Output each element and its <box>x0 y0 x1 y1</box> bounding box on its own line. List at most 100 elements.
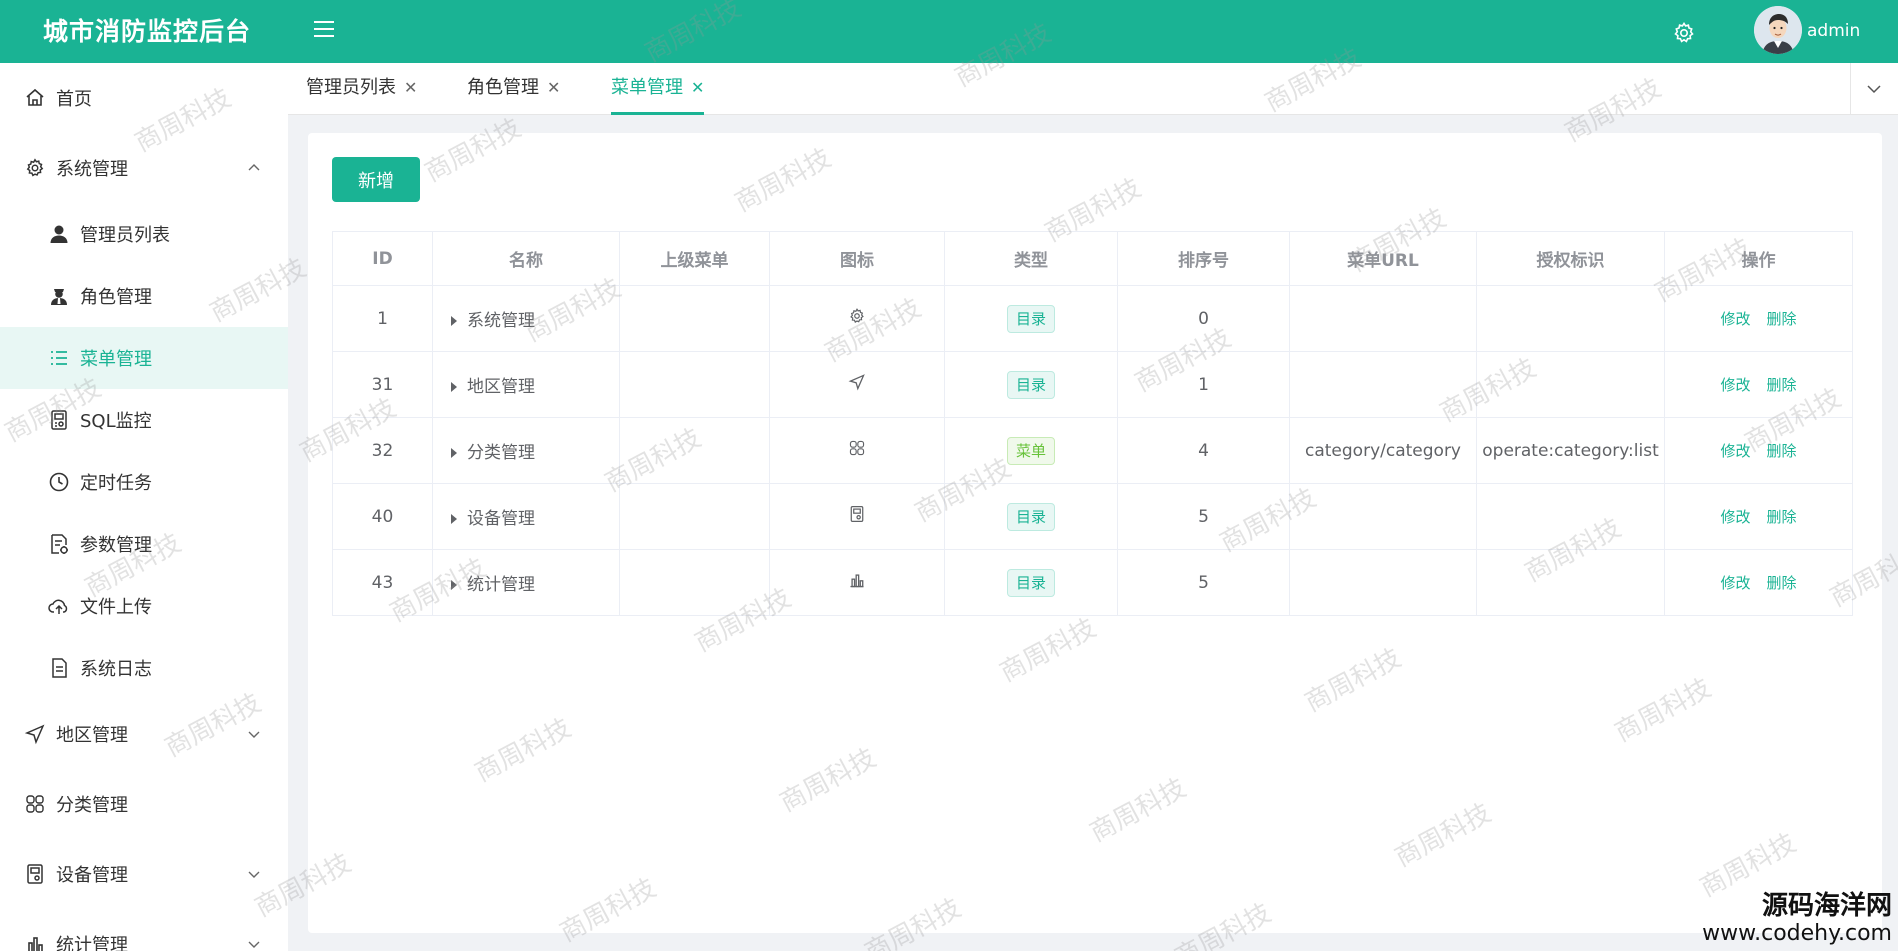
menu-table: ID 名称 上级菜单 图标 类型 排序号 菜单URL 授权标识 操作 1 系统管… <box>332 231 1853 616</box>
sidebar-item-label: 菜单管理 <box>80 349 152 370</box>
table-row: 43 统计管理 目录 5 修改 删除 <box>332 549 1853 616</box>
content-card: 新增 ID 名称 上级菜单 图标 类型 排序号 菜单URL 授权标识 操作 1 … <box>308 133 1882 933</box>
sidebar-item-category[interactable]: 分类管理 <box>0 773 288 835</box>
cell-actions: 修改 删除 <box>1664 483 1853 550</box>
column-header: 排序号 <box>1117 231 1290 286</box>
sidebar-item-label: 参数管理 <box>80 535 152 556</box>
cell-permission <box>1476 285 1665 352</box>
cell-id: 1 <box>332 285 433 352</box>
cell-sort: 1 <box>1117 351 1290 418</box>
cell-icon <box>769 351 945 418</box>
sidebar-item-sql-monitor[interactable]: SQL监控 <box>0 389 288 451</box>
gear-icon <box>26 158 44 177</box>
row-name: 系统管理 <box>467 311 535 331</box>
expand-caret-icon[interactable] <box>451 382 457 392</box>
expand-caret-icon[interactable] <box>451 514 457 524</box>
tab-label: 管理员列表 <box>306 77 396 98</box>
tab-role[interactable]: 角色管理 ✕ <box>467 63 560 115</box>
sidebar-item-label: 分类管理 <box>56 795 128 816</box>
cell-name[interactable]: 系统管理 <box>432 285 620 352</box>
delete-link[interactable]: 删除 <box>1767 442 1797 460</box>
bar-chart-icon <box>28 937 43 951</box>
cell-permission <box>1476 549 1665 616</box>
cell-sort: 4 <box>1117 417 1290 484</box>
sidebar-item-label: 系统日志 <box>80 659 152 680</box>
sidebar-item-label: 管理员列表 <box>80 225 170 246</box>
sidebar-item-label: 角色管理 <box>80 287 152 308</box>
list-icon <box>51 351 67 365</box>
cell-name[interactable]: 地区管理 <box>432 351 620 418</box>
sidebar-item-scheduled-task[interactable]: 定时任务 <box>0 451 288 513</box>
sidebar-item-device[interactable]: 设备管理 <box>0 843 288 905</box>
sidebar-item-role[interactable]: 角色管理 <box>0 265 288 327</box>
expand-caret-icon[interactable] <box>451 580 457 590</box>
cell-name[interactable]: 设备管理 <box>432 483 620 550</box>
avatar-image <box>1754 6 1802 54</box>
avatar[interactable] <box>1754 6 1802 54</box>
close-icon[interactable]: ✕ <box>691 63 704 113</box>
sidebar-item-label: 文件上传 <box>80 597 152 618</box>
delete-link[interactable]: 删除 <box>1767 376 1797 394</box>
sidebar-item-system-log[interactable]: 系统日志 <box>0 637 288 699</box>
user-icon <box>50 225 68 243</box>
chevron-up-icon <box>248 164 260 171</box>
sidebar-item-label: 系统管理 <box>56 159 128 180</box>
sidebar-item-statistics[interactable]: 统计管理 <box>0 913 288 951</box>
type-tag-directory: 目录 <box>1006 568 1055 597</box>
sidebar-item-label: 统计管理 <box>56 935 128 951</box>
close-icon[interactable]: ✕ <box>404 63 417 113</box>
sidebar-item-admin-list[interactable]: 管理员列表 <box>0 203 288 265</box>
sidebar-item-system[interactable]: 系统管理 <box>0 137 288 199</box>
table-row: 1 系统管理 目录 0 修改 删除 <box>332 285 1853 352</box>
username[interactable]: admin <box>1807 0 1860 63</box>
edit-link[interactable]: 修改 <box>1720 574 1750 592</box>
tab-dropdown-button[interactable] <box>1850 63 1898 115</box>
cell-actions: 修改 删除 <box>1664 351 1853 418</box>
delete-link[interactable]: 删除 <box>1767 508 1797 526</box>
cell-actions: 修改 删除 <box>1664 417 1853 484</box>
menu-toggle-icon[interactable] <box>314 21 334 41</box>
sidebar-item-params[interactable]: 参数管理 <box>0 513 288 575</box>
sidebar-item-region[interactable]: 地区管理 <box>0 703 288 765</box>
delete-link[interactable]: 删除 <box>1767 574 1797 592</box>
cell-parent <box>619 285 770 352</box>
column-header: 图标 <box>769 231 945 286</box>
delete-link[interactable]: 删除 <box>1767 310 1797 328</box>
edit-link[interactable]: 修改 <box>1720 508 1750 526</box>
cell-sort: 5 <box>1117 549 1290 616</box>
cell-name[interactable]: 分类管理 <box>432 417 620 484</box>
expand-caret-icon[interactable] <box>451 448 457 458</box>
column-header: 上级菜单 <box>619 231 770 286</box>
user-role-icon <box>51 289 67 305</box>
table-header-row: ID 名称 上级菜单 图标 类型 排序号 菜单URL 授权标识 操作 <box>332 231 1853 286</box>
cell-name[interactable]: 统计管理 <box>432 549 620 616</box>
edit-link[interactable]: 修改 <box>1720 310 1750 328</box>
cell-id: 43 <box>332 549 433 616</box>
type-tag-directory: 目录 <box>1006 370 1055 399</box>
expand-caret-icon[interactable] <box>451 316 457 326</box>
device-icon <box>27 864 43 884</box>
cell-parent <box>619 417 770 484</box>
cell-type: 目录 <box>944 285 1118 352</box>
cell-id: 40 <box>332 483 433 550</box>
settings-gear-icon[interactable] <box>1672 21 1696 45</box>
cell-url <box>1289 549 1477 616</box>
tab-admin-list[interactable]: 管理员列表 ✕ <box>306 63 417 115</box>
sidebar-item-label: SQL监控 <box>80 411 152 432</box>
top-header: 城市消防监控后台 admin <box>0 0 1898 63</box>
edit-link[interactable]: 修改 <box>1720 376 1750 394</box>
document-edit-icon <box>51 534 68 554</box>
type-tag-directory: 目录 <box>1006 304 1055 333</box>
chevron-down-icon <box>248 731 260 738</box>
column-header: ID <box>332 231 433 286</box>
tab-menu[interactable]: 菜单管理 ✕ <box>611 63 705 115</box>
sidebar-item-file-upload[interactable]: 文件上传 <box>0 575 288 637</box>
close-icon[interactable]: ✕ <box>547 63 560 113</box>
sidebar-item-menu[interactable]: 菜单管理 <box>0 327 288 389</box>
row-name: 设备管理 <box>467 509 535 529</box>
row-name: 地区管理 <box>467 377 535 397</box>
edit-link[interactable]: 修改 <box>1720 442 1750 460</box>
add-button[interactable]: 新增 <box>332 157 420 202</box>
device-icon <box>850 506 864 522</box>
sidebar-item-home[interactable]: 首页 <box>0 67 288 129</box>
